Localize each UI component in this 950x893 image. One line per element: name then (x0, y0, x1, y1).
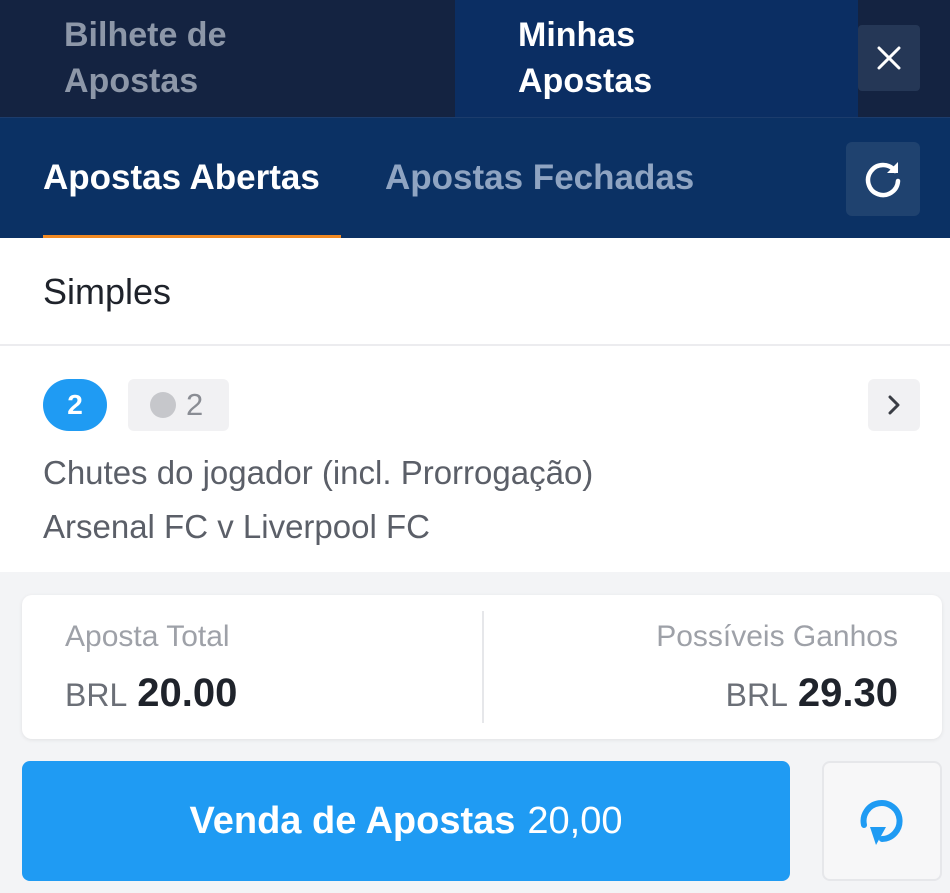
bet-card[interactable]: 2 2 Chutes do jogador (incl. Prorrogação… (0, 346, 950, 572)
winnings-currency: BRL (725, 677, 788, 713)
tab-betslip-label: Bilhete de Apostas (64, 16, 227, 100)
status-dot-icon (150, 392, 176, 418)
stake-currency: BRL (65, 677, 128, 713)
auto-cash-out-icon (860, 800, 903, 845)
chevron-right-icon (888, 395, 900, 415)
refresh-icon (865, 162, 901, 198)
live-status-badge: 2 (128, 379, 229, 431)
cash-out-button[interactable]: Venda de Apostas 20,00 (22, 761, 790, 881)
tab-closed-bets[interactable]: Apostas Fechadas (385, 156, 694, 200)
bet-status-tabs: Apostas Abertas Apostas Fechadas (0, 117, 950, 239)
stake-amount: 20.00 (137, 671, 238, 715)
close-icon (877, 46, 901, 70)
tab-my-bets[interactable]: Minhas Apostas (455, 0, 858, 117)
potential-winnings-label: Possíveis Ganhos (656, 620, 898, 653)
live-count: 2 (186, 387, 204, 422)
bet-type-title: Simples (43, 271, 172, 312)
cash-out-amount: 20,00 (527, 799, 623, 842)
bet-event: Arsenal FC v Liverpool FC (43, 508, 430, 545)
potential-winnings-value: BRL 29.30 (726, 670, 898, 725)
totals-card: Aposta Total BRL 20.00 Possíveis Ganhos B… (22, 595, 942, 739)
top-tabs: Bilhete de Apostas Minhas Apostas (0, 0, 950, 117)
tab-open-bets[interactable]: Apostas Abertas (43, 156, 320, 200)
total-stake-value: BRL 20.00 (65, 670, 237, 725)
bet-market: Chutes do jogador (incl. Prorrogação) (43, 454, 594, 491)
tab-betslip[interactable]: Bilhete de Apostas (0, 0, 455, 117)
selection-count-badge: 2 (43, 379, 107, 431)
close-button[interactable] (858, 25, 920, 91)
total-stake-label: Aposta Total (65, 620, 230, 653)
cash-out-label: Venda de Apostas (189, 799, 516, 842)
auto-cash-out-button[interactable] (822, 761, 942, 881)
bet-type-header: Simples (0, 238, 950, 346)
tab-my-bets-label: Minhas Apostas (518, 16, 653, 100)
winnings-amount: 29.30 (797, 671, 898, 715)
refresh-button[interactable] (846, 142, 920, 216)
expand-bet-button[interactable] (868, 379, 920, 431)
totals-divider (482, 611, 484, 723)
